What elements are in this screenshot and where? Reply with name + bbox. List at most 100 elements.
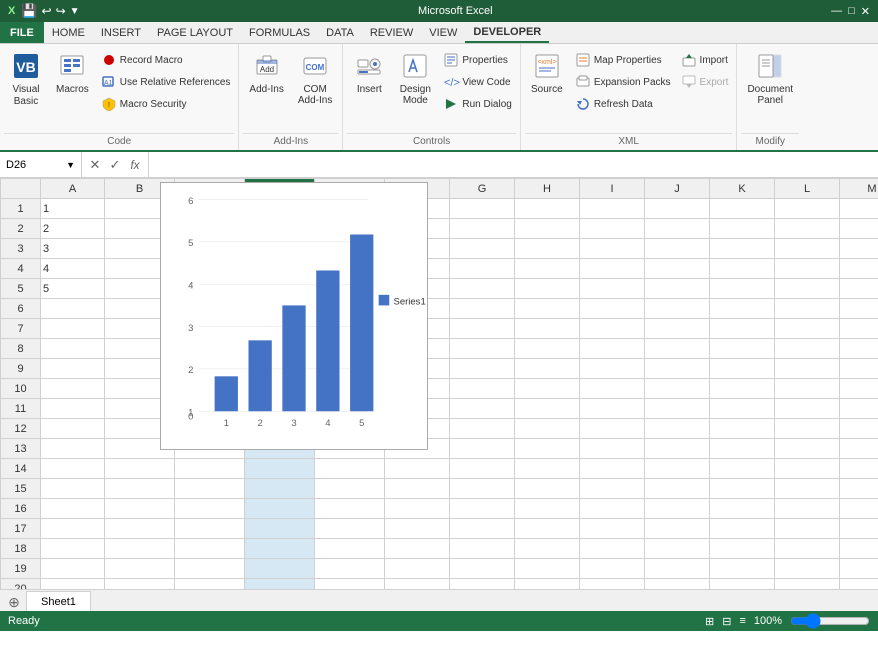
cell-J12[interactable] (645, 419, 710, 439)
cell-K11[interactable] (710, 399, 775, 419)
cell-C18[interactable] (175, 539, 245, 559)
cell-K14[interactable] (710, 459, 775, 479)
cell-L6[interactable] (775, 299, 840, 319)
cell-M9[interactable] (840, 359, 878, 379)
cell-H19[interactable] (515, 559, 580, 579)
cell-E16[interactable] (315, 499, 385, 519)
cell-G18[interactable] (450, 539, 515, 559)
cell-M4[interactable] (840, 259, 878, 279)
add-ins-button[interactable]: Add Add-Ins (243, 46, 289, 99)
cell-M14[interactable] (840, 459, 878, 479)
cell-A8[interactable] (41, 339, 105, 359)
cell-L12[interactable] (775, 419, 840, 439)
cell-M6[interactable] (840, 299, 878, 319)
col-header-A[interactable]: A (41, 179, 105, 199)
cell-H3[interactable] (515, 239, 580, 259)
cell-reference-box[interactable]: D26 ▼ (0, 152, 82, 177)
cell-J3[interactable] (645, 239, 710, 259)
menu-page-layout[interactable]: PAGE LAYOUT (149, 22, 241, 43)
cell-C14[interactable] (175, 459, 245, 479)
expansion-packs-button[interactable]: Expansion Packs (571, 72, 675, 92)
cell-B19[interactable] (105, 559, 175, 579)
cell-E17[interactable] (315, 519, 385, 539)
cell-H2[interactable] (515, 219, 580, 239)
cell-F18[interactable] (385, 539, 450, 559)
menu-file[interactable]: FILE (0, 22, 44, 43)
cell-K16[interactable] (710, 499, 775, 519)
cell-I17[interactable] (580, 519, 645, 539)
cell-K1[interactable] (710, 199, 775, 219)
cell-G4[interactable] (450, 259, 515, 279)
cell-K12[interactable] (710, 419, 775, 439)
com-add-ins-button[interactable]: COM COMAdd-Ins (292, 46, 338, 110)
cell-I11[interactable] (580, 399, 645, 419)
formula-input[interactable] (149, 152, 878, 177)
col-header-H[interactable]: H (515, 179, 580, 199)
cell-M17[interactable] (840, 519, 878, 539)
minimize-btn[interactable]: — (831, 5, 842, 18)
cell-H16[interactable] (515, 499, 580, 519)
cell-M16[interactable] (840, 499, 878, 519)
cell-B15[interactable] (105, 479, 175, 499)
cell-J2[interactable] (645, 219, 710, 239)
cell-K18[interactable] (710, 539, 775, 559)
cell-M13[interactable] (840, 439, 878, 459)
cell-G1[interactable] (450, 199, 515, 219)
cell-A17[interactable] (41, 519, 105, 539)
cell-G15[interactable] (450, 479, 515, 499)
cell-I12[interactable] (580, 419, 645, 439)
cell-F15[interactable] (385, 479, 450, 499)
cell-B14[interactable] (105, 459, 175, 479)
cell-E15[interactable] (315, 479, 385, 499)
cell-A2[interactable]: 2 (41, 219, 105, 239)
cell-ref-dropdown[interactable]: ▼ (66, 160, 75, 170)
cell-D18[interactable] (245, 539, 315, 559)
cell-B18[interactable] (105, 539, 175, 559)
cell-M3[interactable] (840, 239, 878, 259)
map-properties-button[interactable]: Map Properties (571, 50, 675, 70)
cell-K10[interactable] (710, 379, 775, 399)
cell-A12[interactable] (41, 419, 105, 439)
cell-J17[interactable] (645, 519, 710, 539)
cell-G16[interactable] (450, 499, 515, 519)
cell-L17[interactable] (775, 519, 840, 539)
cell-K8[interactable] (710, 339, 775, 359)
cell-G13[interactable] (450, 439, 515, 459)
cell-G14[interactable] (450, 459, 515, 479)
cell-C17[interactable] (175, 519, 245, 539)
cell-G5[interactable] (450, 279, 515, 299)
zoom-slider[interactable] (790, 615, 870, 627)
visual-basic-button[interactable]: VB VisualBasic (4, 46, 48, 112)
cell-J14[interactable] (645, 459, 710, 479)
maximize-btn[interactable]: □ (848, 5, 855, 18)
cell-I1[interactable] (580, 199, 645, 219)
view-code-button[interactable]: </> View Code (439, 72, 515, 92)
cell-K7[interactable] (710, 319, 775, 339)
cell-F17[interactable] (385, 519, 450, 539)
macros-button[interactable]: Macros (50, 46, 95, 99)
cell-A11[interactable] (41, 399, 105, 419)
cell-A13[interactable] (41, 439, 105, 459)
cell-I5[interactable] (580, 279, 645, 299)
cell-C20[interactable] (175, 579, 245, 590)
menu-home[interactable]: HOME (44, 22, 93, 43)
insert-function-icon[interactable]: fx (126, 158, 144, 172)
col-header-M[interactable]: M (840, 179, 878, 199)
cell-I4[interactable] (580, 259, 645, 279)
cell-L20[interactable] (775, 579, 840, 590)
cell-L9[interactable] (775, 359, 840, 379)
cell-H15[interactable] (515, 479, 580, 499)
cell-J11[interactable] (645, 399, 710, 419)
cell-E20[interactable] (315, 579, 385, 590)
cell-L5[interactable] (775, 279, 840, 299)
chart-container[interactable]: 6 5 4 3 2 1 0 (160, 182, 428, 450)
confirm-formula-icon[interactable]: ✓ (106, 157, 124, 173)
cell-F14[interactable] (385, 459, 450, 479)
cell-A5[interactable]: 5 (41, 279, 105, 299)
cell-G12[interactable] (450, 419, 515, 439)
cell-H12[interactable] (515, 419, 580, 439)
cell-A9[interactable] (41, 359, 105, 379)
cell-G19[interactable] (450, 559, 515, 579)
cell-H18[interactable] (515, 539, 580, 559)
cell-L2[interactable] (775, 219, 840, 239)
